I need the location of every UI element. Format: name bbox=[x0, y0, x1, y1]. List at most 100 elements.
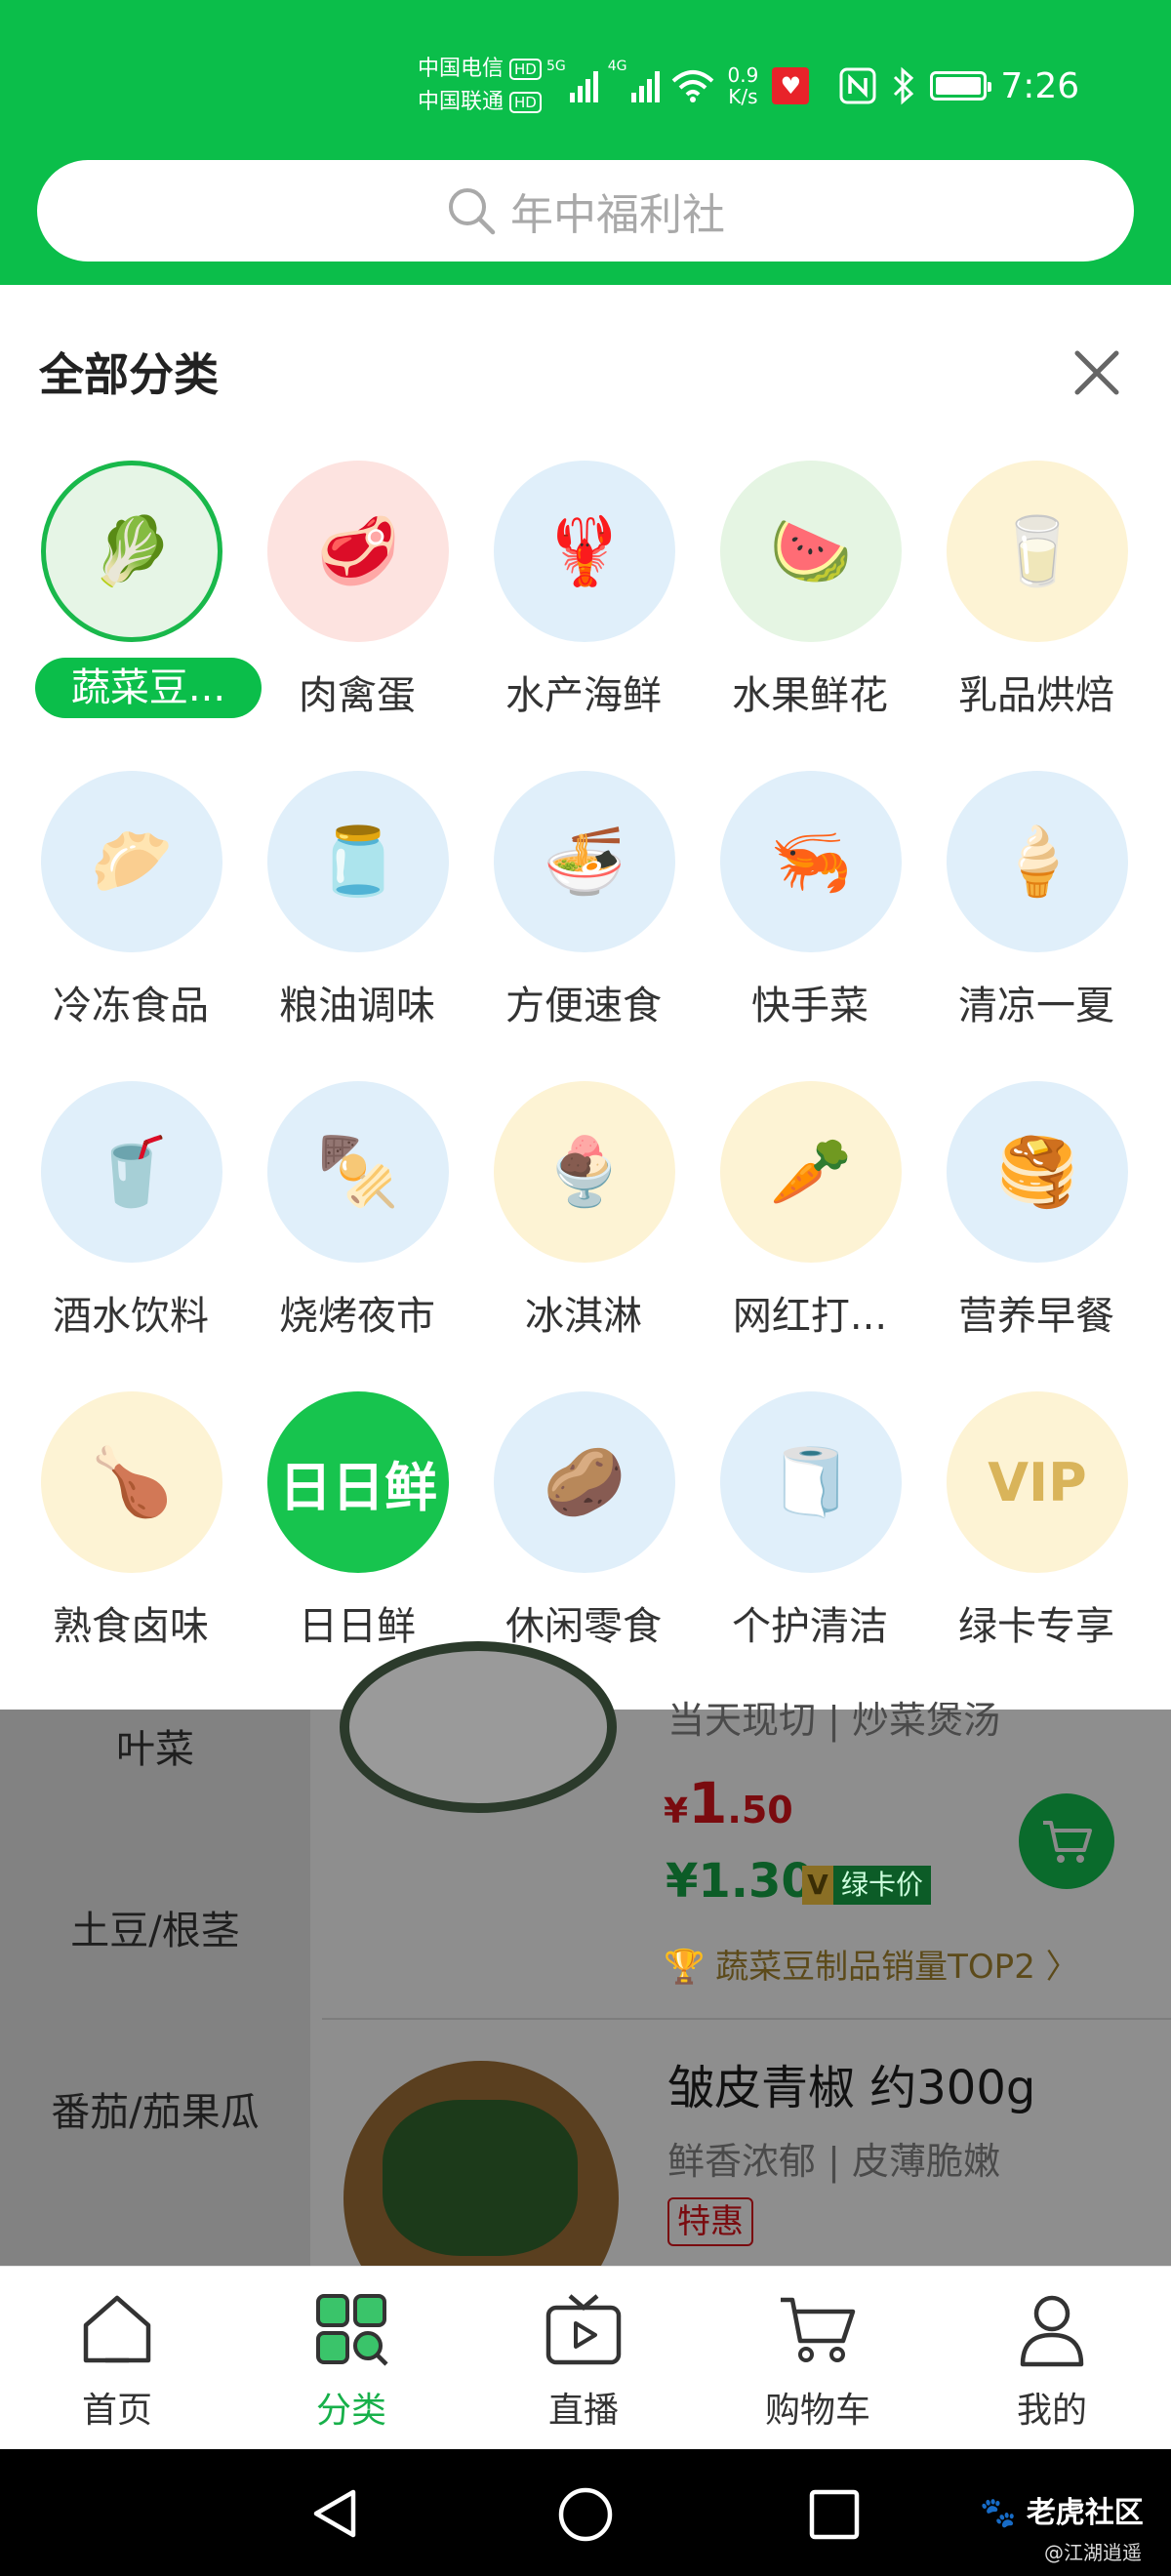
search-bar[interactable]: 年中福利社 bbox=[37, 160, 1134, 262]
tab-category[interactable]: 分类 bbox=[234, 2267, 468, 2450]
category-image: 🥔 bbox=[494, 1391, 675, 1573]
category-item[interactable]: 🥛 乳品烘焙 bbox=[923, 461, 1150, 753]
battery-icon bbox=[930, 71, 992, 101]
category-item[interactable]: 🍗 熟食卤味 bbox=[18, 1391, 244, 1684]
vip-price-tag: V 绿卡价 bbox=[802, 1866, 932, 1905]
profile-icon bbox=[1020, 2295, 1084, 2367]
category-item[interactable]: 🍦 清凉一夏 bbox=[923, 771, 1150, 1064]
home-circle-icon[interactable] bbox=[556, 2485, 615, 2544]
net-speed: 0.9 K/s bbox=[727, 63, 759, 108]
category-label: 绿卡专享 bbox=[958, 1604, 1114, 1649]
carrier-2: 中国联通 HD bbox=[418, 88, 542, 117]
category-item[interactable]: 🫙 粮油调味 bbox=[244, 771, 470, 1064]
carrier-1: 中国电信 HD bbox=[418, 55, 542, 84]
clock: 7:26 bbox=[1000, 65, 1080, 106]
category-label: 熟食卤味 bbox=[53, 1604, 209, 1649]
category-item[interactable]: 🥟 冷冻食品 bbox=[18, 771, 244, 1064]
nfc-icon bbox=[839, 67, 876, 104]
product-price: ¥1.50 bbox=[664, 1770, 793, 1836]
category-icon bbox=[316, 2294, 388, 2366]
category-item[interactable]: 🍨 冰淇淋 bbox=[470, 1081, 697, 1374]
category-item[interactable]: VIP 绿卡专享 bbox=[923, 1391, 1150, 1684]
paw-icon: 🐾 bbox=[980, 2496, 1027, 2530]
category-item[interactable]: 🥩 肉禽蛋 bbox=[244, 461, 470, 753]
category-label: 粮油调味 bbox=[279, 984, 435, 1028]
product-subtitle: 当天现切 | 炒菜煲汤 bbox=[667, 1699, 1000, 1742]
category-image: 🥤 bbox=[41, 1081, 222, 1263]
side-item-potato[interactable]: 土豆/根茎 bbox=[0, 1899, 310, 1955]
category-item[interactable]: 日日鲜 日日鲜 bbox=[244, 1391, 470, 1684]
category-item[interactable]: 🥬 蔬菜豆... bbox=[18, 461, 262, 753]
recents-icon[interactable] bbox=[808, 2488, 861, 2541]
signal-icon bbox=[569, 69, 598, 102]
category-image: 🍜 bbox=[494, 771, 675, 952]
category-image: 🦐 bbox=[720, 771, 902, 952]
category-item[interactable]: 🦞 水产海鲜 bbox=[470, 461, 697, 753]
tab-home[interactable]: 首页 bbox=[0, 2267, 234, 2450]
category-image: 🥛 bbox=[947, 461, 1128, 642]
product-image[interactable] bbox=[340, 1641, 617, 1813]
category-image: 🥩 bbox=[267, 461, 449, 642]
category-label: 快手菜 bbox=[751, 984, 868, 1028]
category-image: 🥞 bbox=[947, 1081, 1128, 1263]
add-to-cart-button[interactable] bbox=[1019, 1793, 1114, 1889]
category-image: 🥬 bbox=[41, 461, 222, 642]
bluetooth-icon bbox=[894, 66, 914, 105]
tab-cart[interactable]: 购物车 bbox=[701, 2267, 935, 2450]
tab-profile[interactable]: 我的 bbox=[935, 2267, 1169, 2450]
side-item-leafy[interactable]: 叶菜 bbox=[0, 1717, 310, 1774]
category-label: 乳品烘焙 bbox=[958, 673, 1114, 718]
system-nav-bar: 🐾 老虎社区 @江湖逍遥 bbox=[0, 2449, 1171, 2576]
category-item[interactable]: 🥤 酒水饮料 bbox=[18, 1081, 244, 1374]
category-image: VIP bbox=[947, 1391, 1128, 1573]
category-label: 方便速食 bbox=[505, 984, 662, 1028]
watermark-logo: 🐾 老虎社区 bbox=[980, 2496, 1144, 2530]
heart-app-icon: ♥ bbox=[772, 67, 810, 104]
category-label: 营养早餐 bbox=[958, 1294, 1114, 1339]
category-item[interactable]: 🍉 水果鲜花 bbox=[697, 461, 923, 753]
category-image: 🍦 bbox=[947, 771, 1128, 952]
cart-icon bbox=[1043, 1821, 1092, 1863]
category-image: 🧻 bbox=[720, 1391, 902, 1573]
category-label: 冰淇淋 bbox=[525, 1294, 642, 1339]
category-item[interactable]: 🥔 休闲零食 bbox=[470, 1391, 697, 1684]
category-label: 酒水饮料 bbox=[53, 1294, 209, 1339]
category-image: 🦞 bbox=[494, 461, 675, 642]
product-list-area: 叶菜 土豆/根茎 番茄/茄果瓜 当天现切 | 炒菜煲汤 ¥1.50 ¥1.30 … bbox=[0, 1641, 1171, 2336]
deal-badge: 特惠 bbox=[667, 2197, 753, 2246]
category-item[interactable]: 🍢 烧烤夜市 bbox=[244, 1081, 470, 1374]
category-image: 🥟 bbox=[41, 771, 222, 952]
category-label: 日日鲜 bbox=[299, 1604, 416, 1649]
live-tv-icon bbox=[545, 2294, 622, 2365]
category-label: 冷冻食品 bbox=[53, 984, 209, 1028]
close-button[interactable] bbox=[1068, 343, 1126, 402]
signal-icon bbox=[630, 69, 660, 102]
tab-live[interactable]: 直播 bbox=[466, 2267, 701, 2450]
trophy-icon: 🏆 bbox=[664, 1948, 716, 1987]
side-item-tomato[interactable]: 番茄/茄果瓜 bbox=[0, 2080, 310, 2137]
category-label: 肉禽蛋 bbox=[299, 673, 416, 718]
sales-rank[interactable]: 🏆 蔬菜豆制品销量TOP2 〉 bbox=[664, 1940, 1079, 1988]
chevron-right-icon: 〉 bbox=[1034, 1948, 1079, 1987]
category-item[interactable]: 🧻 个护清洁 bbox=[697, 1391, 923, 1684]
cart-icon bbox=[781, 2297, 856, 2362]
category-image: 🍢 bbox=[267, 1081, 449, 1263]
category-item[interactable]: 🥕 网红打... bbox=[697, 1081, 923, 1374]
vip-price: ¥1.30 bbox=[666, 1854, 814, 1909]
product-name[interactable]: 皱皮青椒 约300g bbox=[667, 2049, 1035, 2117]
category-label: 网红打... bbox=[732, 1294, 888, 1339]
wifi-icon bbox=[671, 70, 713, 102]
category-image: 🫙 bbox=[267, 771, 449, 952]
panel-title: 全部分类 bbox=[39, 348, 219, 401]
back-icon[interactable] bbox=[308, 2486, 363, 2541]
search-placeholder: 年中福利社 bbox=[510, 190, 725, 240]
category-label: 水果鲜花 bbox=[732, 673, 888, 718]
sig2-label: 4G bbox=[607, 59, 627, 74]
category-image: 🍗 bbox=[41, 1391, 222, 1573]
category-item[interactable]: 🦐 快手菜 bbox=[697, 771, 923, 1064]
home-icon bbox=[83, 2295, 151, 2363]
category-item[interactable]: 🍜 方便速食 bbox=[470, 771, 697, 1064]
close-icon bbox=[1074, 350, 1119, 395]
category-item[interactable]: 🥞 营养早餐 bbox=[923, 1081, 1150, 1374]
bottom-tab-bar: 首页 分类 直播 购物车 我的 bbox=[0, 2266, 1171, 2449]
